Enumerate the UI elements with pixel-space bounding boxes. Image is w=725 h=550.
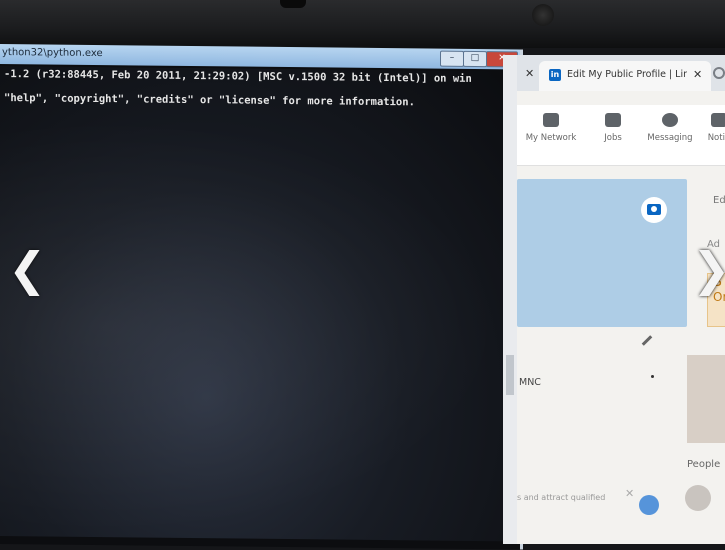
console-output[interactable]: -1.2 (r32:88445, Feb 20 2011, 21:29:02) …: [0, 66, 515, 542]
console-cursor: [60, 536, 68, 542]
avatar[interactable]: [685, 485, 711, 511]
people-heading: People: [687, 459, 721, 470]
footer-note: s and attract qualified: [517, 493, 606, 502]
chat-icon: [662, 113, 678, 127]
maximize-button[interactable]: □: [463, 50, 487, 68]
console-window: ython32\python.exe – □ ✕ -1.2 (r32:88445…: [0, 44, 534, 550]
console-line-version: -1.2 (r32:88445, Feb 20 2011, 21:29:02) …: [4, 68, 472, 85]
bezel-notch: [280, 0, 306, 8]
nav-messaging[interactable]: Messaging: [645, 113, 695, 143]
monitor-bezel: [0, 0, 725, 48]
side-image: [687, 355, 725, 443]
send-button[interactable]: [639, 495, 659, 515]
people-icon: [543, 113, 559, 127]
nav-label: My Network: [525, 133, 577, 143]
pencil-icon[interactable]: [641, 335, 653, 346]
tab-title: Edit My Public Profile | LinkedI: [567, 69, 687, 80]
nav-label: Notifi: [707, 133, 725, 143]
edit-photo-button[interactable]: [641, 197, 667, 223]
previous-arrow-icon[interactable]: ❮: [8, 242, 47, 296]
briefcase-icon: [605, 113, 621, 127]
profile-banner: [517, 179, 687, 327]
nav-notifications[interactable]: Notifi: [699, 113, 725, 143]
maximize-icon: □: [470, 52, 480, 64]
nav-label: Jobs: [604, 133, 622, 143]
close-tab-icon[interactable]: ✕: [525, 67, 534, 80]
chrome-tab-icon[interactable]: [713, 67, 725, 79]
dismiss-icon[interactable]: ✕: [625, 487, 634, 500]
console-title: ython32\python.exe: [2, 47, 103, 60]
minimize-button[interactable]: –: [440, 50, 464, 67]
nav-my-network[interactable]: My Network: [523, 113, 579, 143]
camera-icon: [647, 204, 661, 215]
side-edit-label[interactable]: Ed: [713, 195, 725, 206]
dot-marker: [651, 375, 654, 378]
browser-scroll-thumb[interactable]: [506, 355, 514, 395]
linkedin-logo-icon: in: [549, 69, 561, 81]
headline-text: MNC: [519, 377, 541, 388]
tab-close-icon[interactable]: ✕: [693, 68, 702, 81]
linkedin-navbar: My Network Jobs Messaging Notifi: [517, 105, 725, 166]
tab-linkedin-profile[interactable]: in Edit My Public Profile | LinkedI ✕: [539, 61, 711, 91]
next-arrow-icon[interactable]: ❯: [692, 242, 725, 296]
console-titlebar[interactable]: ython32\python.exe – □ ✕: [0, 44, 520, 70]
console-line-help: "help", "copyright", "credits" or "licen…: [4, 92, 415, 109]
nav-jobs[interactable]: Jobs: [593, 113, 633, 143]
nav-label: Messaging: [647, 133, 693, 143]
browser-scrollbar[interactable]: [503, 55, 517, 544]
bell-icon: [711, 113, 725, 127]
browser-window: ✕ in Edit My Public Profile | LinkedI ✕ …: [503, 55, 725, 544]
tab-strip: ✕ in Edit My Public Profile | LinkedI ✕: [517, 55, 725, 91]
webcam-icon: [532, 4, 554, 26]
minimize-icon: –: [449, 52, 455, 63]
